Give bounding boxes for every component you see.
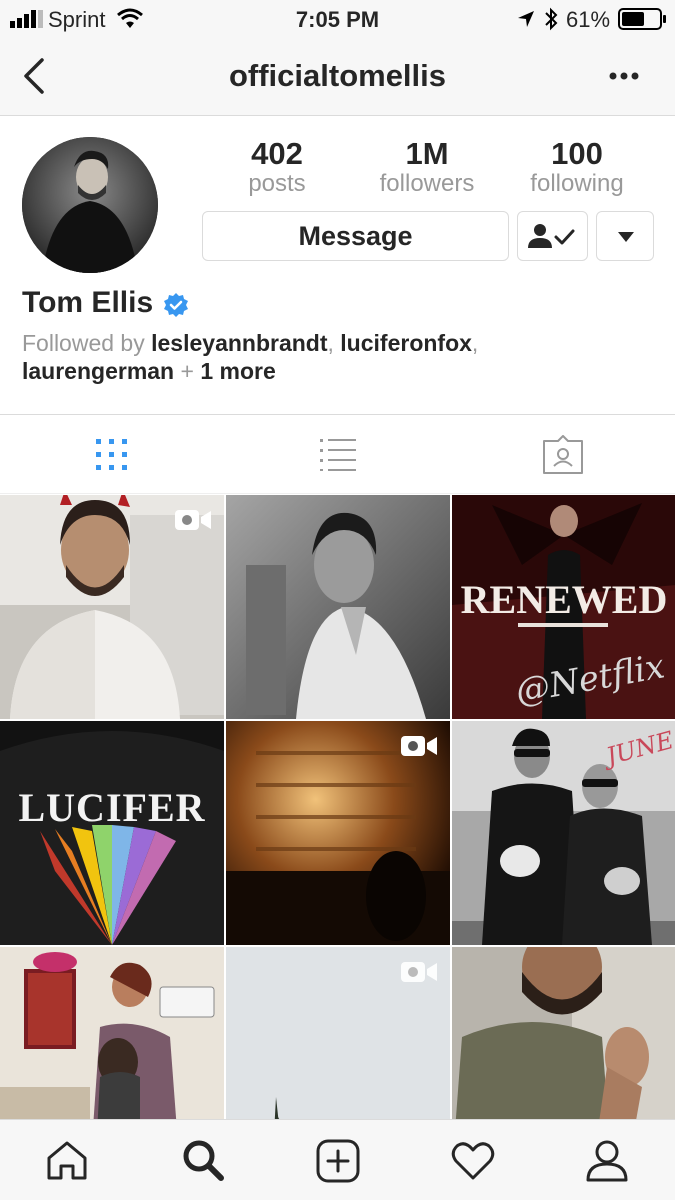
heart-icon[interactable]	[451, 1141, 495, 1181]
followed-by-line-2: laurengerman + 1 more	[22, 358, 276, 384]
nav-bar: officialtomellis	[0, 40, 675, 116]
followed-by-user-2[interactable]: luciferonfox	[340, 330, 472, 356]
bottom-tab-bar	[0, 1119, 675, 1200]
post-tile[interactable]	[0, 495, 224, 719]
home-icon[interactable]	[46, 1140, 88, 1180]
post-tile[interactable]: LUCIFER	[0, 721, 224, 945]
video-camera-icon	[401, 962, 437, 982]
grid-icon[interactable]	[96, 439, 128, 471]
following-label[interactable]: following	[502, 170, 652, 198]
profile-name: Tom Ellis	[22, 286, 153, 320]
message-button[interactable]: Message	[202, 211, 509, 261]
following-status-button[interactable]	[517, 211, 588, 261]
followers-label[interactable]: followers	[352, 170, 502, 198]
posts-label: posts	[248, 170, 306, 197]
list-icon[interactable]	[320, 439, 356, 471]
followed-by-user-1[interactable]: lesleyannbrandt	[151, 330, 327, 356]
bluetooth-icon	[545, 7, 558, 31]
post-tile[interactable]	[226, 721, 450, 945]
profile-view-tabs	[0, 414, 675, 494]
post-tile[interactable]	[226, 495, 450, 719]
post-image: LUCIFER	[0, 721, 224, 945]
followed-by-line-1: Followed by lesleyannbrandt, luciferonfo…	[22, 330, 479, 356]
followed-by-user-3[interactable]: laurengerman	[22, 358, 174, 384]
chevron-down-icon	[618, 232, 634, 242]
suggested-dropdown-button[interactable]	[596, 211, 654, 261]
profile-icon[interactable]	[585, 1138, 629, 1182]
profile-display-name: Tom Ellis	[22, 286, 154, 319]
video-camera-icon	[401, 736, 437, 756]
battery-percent: 61%	[566, 7, 611, 32]
tile-caption-lucifer: LUCIFER	[18, 785, 205, 830]
status-bar: Sprint 7:05 PM 61%	[0, 0, 675, 40]
avatar-photo	[22, 137, 158, 273]
profile-username: officialtomellis	[228, 58, 447, 93]
post-tile[interactable]: RENEWED @Netflix	[452, 495, 675, 719]
search-icon[interactable]	[181, 1138, 225, 1182]
post-tile[interactable]: JUNE	[452, 721, 675, 945]
followers-count[interactable]: 1M	[352, 136, 502, 172]
avatar[interactable]	[22, 137, 158, 273]
more-dots-icon[interactable]	[608, 70, 640, 82]
post-image: JUNE	[452, 721, 675, 945]
tile-caption-renewed: RENEWED	[461, 577, 668, 622]
posts-count: 402	[251, 136, 303, 171]
tagged-icon[interactable]	[542, 435, 584, 475]
followed-by-prefix: Followed by	[22, 330, 145, 356]
add-post-icon[interactable]	[316, 1139, 360, 1183]
following-count[interactable]: 100	[502, 136, 652, 172]
video-camera-icon	[175, 510, 211, 530]
following-check-icon	[528, 224, 575, 248]
followed-by-more[interactable]: 1 more	[200, 358, 275, 384]
verified-badge-icon	[164, 293, 188, 317]
location-icon	[518, 11, 534, 27]
post-image: RENEWED @Netflix	[452, 495, 675, 719]
battery-icon	[618, 8, 666, 30]
post-image	[226, 495, 450, 719]
